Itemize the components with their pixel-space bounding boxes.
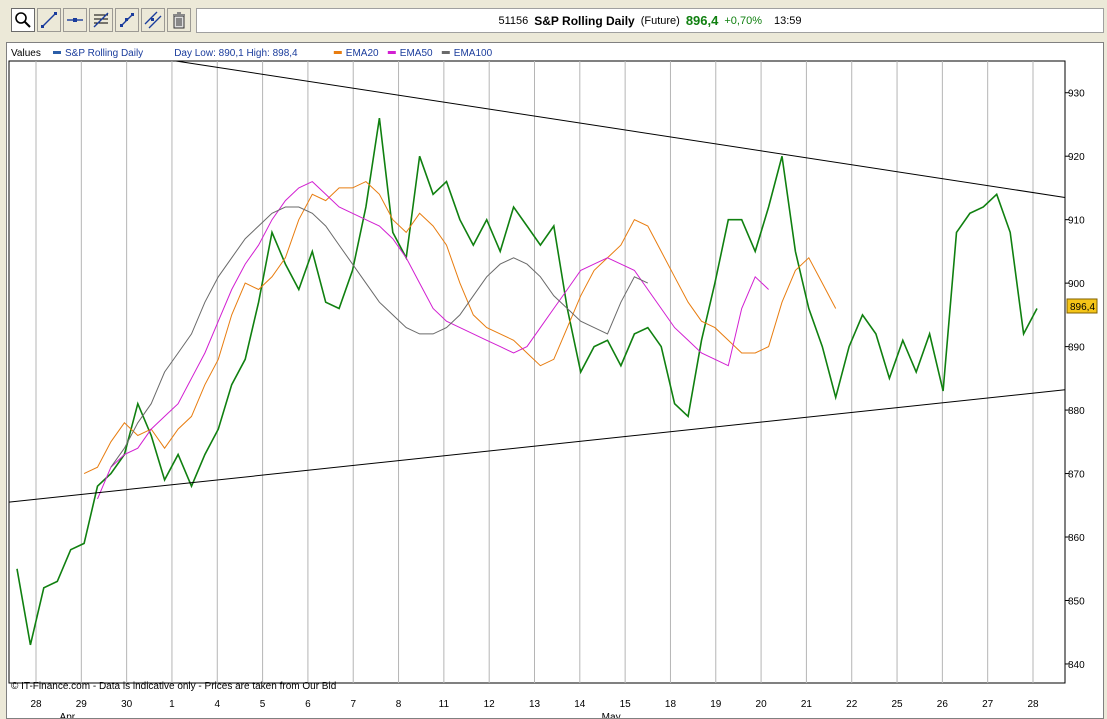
horizontal-line-icon (67, 18, 83, 22)
legend-swatch (53, 51, 61, 54)
x-tick-label: 21 (801, 699, 813, 710)
plot-frame (8, 60, 1066, 684)
legend-swatch (387, 51, 396, 54)
y-tick-label: 850 (1068, 596, 1085, 607)
chart-area[interactable]: 28 29 30 1 4 5 6 7 8 11 12 13 14 15 18 19 20 21 22 25 26 27 28… (6, 42, 1104, 719)
x-tick-label: 4 (214, 699, 220, 710)
y-tick-label: 900 (1068, 279, 1085, 290)
x-tick-label: 15 (620, 699, 632, 710)
channel-icon (144, 11, 162, 29)
legend-swatch (441, 51, 450, 54)
instrument-name: S&P Rolling Daily (534, 13, 635, 28)
x-tick-label: 8 (396, 699, 402, 710)
x-tick-label: 6 (305, 699, 311, 710)
instrument-header: 51156 S&P Rolling Daily (Future) 896,4 +… (196, 8, 1104, 33)
x-tick-label: 7 (350, 699, 356, 710)
delete-tool-button[interactable] (167, 8, 191, 32)
trend-tool-button[interactable] (115, 8, 139, 32)
x-tick-label: 12 (484, 699, 496, 710)
y-tick-label: 880 (1068, 406, 1085, 417)
toolbar: 51156 S&P Rolling Daily (Future) 896,4 +… (0, 0, 1107, 42)
x-tick-label: 13 (529, 699, 541, 710)
y-tick-label: 910 (1068, 216, 1085, 227)
x-tick-label: 26 (937, 699, 949, 710)
y-tick-label: 890 (1068, 343, 1085, 354)
line-tool-button[interactable] (37, 8, 61, 32)
x-tick-label: 28 (30, 699, 42, 710)
legend-values-label: Values (11, 48, 41, 59)
channel-tool-button[interactable] (141, 8, 165, 32)
x-tick-label: 30 (121, 699, 133, 710)
copyright-text: © IT-Finance.com - Data is indicative on… (11, 681, 336, 692)
legend-item: EMA100 (454, 48, 493, 59)
horizontal-line-tool-button[interactable] (63, 8, 87, 32)
x-tick-label: 5 (260, 699, 266, 710)
x-tick-label: 14 (574, 699, 586, 710)
fibonacci-tool-button[interactable] (89, 8, 113, 32)
legend-swatch (333, 51, 342, 54)
last-price: 896,4 (685, 13, 719, 28)
x-tick-label: 20 (756, 699, 768, 710)
x-tick-label: 27 (982, 699, 994, 710)
x-tick-label: 25 (891, 699, 903, 710)
month-label: Apr (60, 712, 76, 718)
x-tick-label: 11 (439, 699, 450, 710)
month-label: May (602, 712, 621, 718)
y-tick-label: 930 (1068, 89, 1085, 100)
x-tick-label: 19 (710, 699, 722, 710)
line-draw-icon (41, 12, 57, 28)
y-tick-label: 840 (1068, 660, 1085, 671)
y-tick-label: 870 (1068, 470, 1085, 481)
trash-icon (173, 12, 185, 29)
x-tick-label: 29 (76, 699, 88, 710)
instrument-code: 51156 (498, 14, 529, 27)
legend-item: S&P Rolling Daily (65, 48, 143, 59)
x-tick-label: 1 (169, 699, 175, 710)
legend-item: Day Low: 890,1 High: 898,4 (174, 48, 298, 59)
magnifier-icon (15, 12, 31, 28)
price-change: +0,70% (724, 14, 762, 27)
legend-item: EMA20 (346, 48, 379, 59)
x-tick-label: 22 (846, 699, 858, 710)
price-chart[interactable]: 28 29 30 1 4 5 6 7 8 11 12 13 14 15 18 19 20 21 22 25 26 27 28… (7, 43, 1103, 718)
legend-item: EMA50 (400, 48, 433, 59)
zoom-tool-button[interactable] (11, 8, 35, 32)
y-tick-label: 920 (1068, 152, 1085, 163)
x-tick-label: 28 (1027, 699, 1039, 710)
trend-arrow-icon (120, 13, 134, 27)
y-tick-label: 860 (1068, 533, 1085, 544)
last-price-label: 896,4 (1070, 302, 1095, 313)
quote-time: 13:59 (774, 14, 802, 27)
instrument-type: (Future) (640, 14, 680, 27)
fibonacci-icon (93, 12, 109, 28)
x-tick-label: 18 (665, 699, 677, 710)
